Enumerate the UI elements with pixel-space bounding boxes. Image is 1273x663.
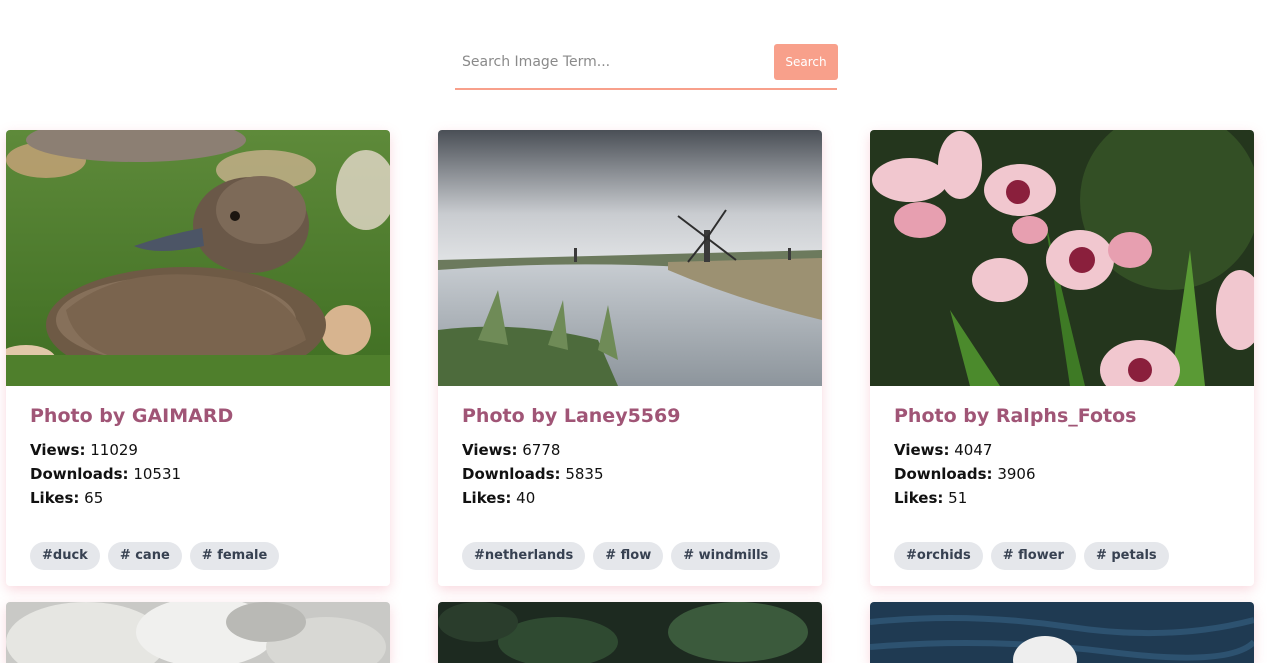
search-form: Search	[455, 44, 838, 90]
downloads-value: 5835	[565, 465, 604, 483]
tag[interactable]: # cane	[107, 542, 182, 570]
tag[interactable]: #duck	[30, 542, 100, 570]
white-flowers-photo[interactable]	[6, 602, 390, 663]
orchids-photo[interactable]	[870, 130, 1254, 386]
tag[interactable]: # windmills	[671, 542, 781, 570]
card-body: Photo by Laney5569 Views: 6778 Downloads…	[438, 386, 822, 586]
likes-value: 51	[948, 489, 968, 507]
swan-photo[interactable]	[870, 602, 1254, 663]
likes-stat: Likes: 40	[462, 489, 536, 507]
tag-list: #netherlands # flow # windmills	[462, 542, 781, 570]
tag[interactable]: # flower	[990, 542, 1076, 570]
card-title: Photo by GAIMARD	[30, 405, 234, 427]
downloads-value: 10531	[133, 465, 182, 483]
tag-list: #orchids # flower # petals	[894, 542, 1169, 570]
tag[interactable]: # flow	[593, 542, 664, 570]
card-body: Photo by GAIMARD Views: 11029 Downloads:…	[6, 386, 390, 586]
image-card[interactable]: Photo by Ralphs_Fotos Views: 4047 Downlo…	[870, 130, 1254, 586]
leaves-photo[interactable]	[438, 602, 822, 663]
downloads-stat: Downloads: 3906	[894, 465, 1036, 483]
windmills-photo[interactable]	[438, 130, 822, 386]
tag[interactable]: #netherlands	[462, 542, 586, 570]
views-stat: Views: 4047	[894, 441, 993, 459]
likes-value: 40	[516, 489, 536, 507]
views-stat: Views: 6778	[462, 441, 561, 459]
image-card[interactable]	[6, 602, 390, 663]
likes-value: 65	[84, 489, 104, 507]
search-input[interactable]	[455, 44, 765, 80]
tag[interactable]: # petals	[1083, 542, 1169, 570]
tag-list: #duck # cane # female	[30, 542, 280, 570]
image-card[interactable]	[438, 602, 822, 663]
image-card[interactable]: Photo by GAIMARD Views: 11029 Downloads:…	[6, 130, 390, 586]
image-card[interactable]: Photo by Laney5569 Views: 6778 Downloads…	[438, 130, 822, 586]
search-button[interactable]: Search	[774, 44, 838, 80]
views-value: 11029	[90, 441, 138, 459]
likes-stat: Likes: 65	[30, 489, 104, 507]
views-value: 4047	[954, 441, 993, 459]
tag[interactable]: #orchids	[894, 542, 983, 570]
views-value: 6778	[522, 441, 561, 459]
card-title: Photo by Laney5569	[462, 405, 681, 427]
downloads-stat: Downloads: 5835	[462, 465, 604, 483]
tag[interactable]: # female	[189, 542, 280, 570]
card-title: Photo by Ralphs_Fotos	[894, 405, 1137, 427]
downloads-stat: Downloads: 10531	[30, 465, 182, 483]
card-body: Photo by Ralphs_Fotos Views: 4047 Downlo…	[870, 386, 1254, 586]
likes-stat: Likes: 51	[894, 489, 968, 507]
duck-photo[interactable]	[6, 130, 390, 386]
downloads-value: 3906	[997, 465, 1036, 483]
views-stat: Views: 11029	[30, 441, 138, 459]
image-card[interactable]	[870, 602, 1254, 663]
